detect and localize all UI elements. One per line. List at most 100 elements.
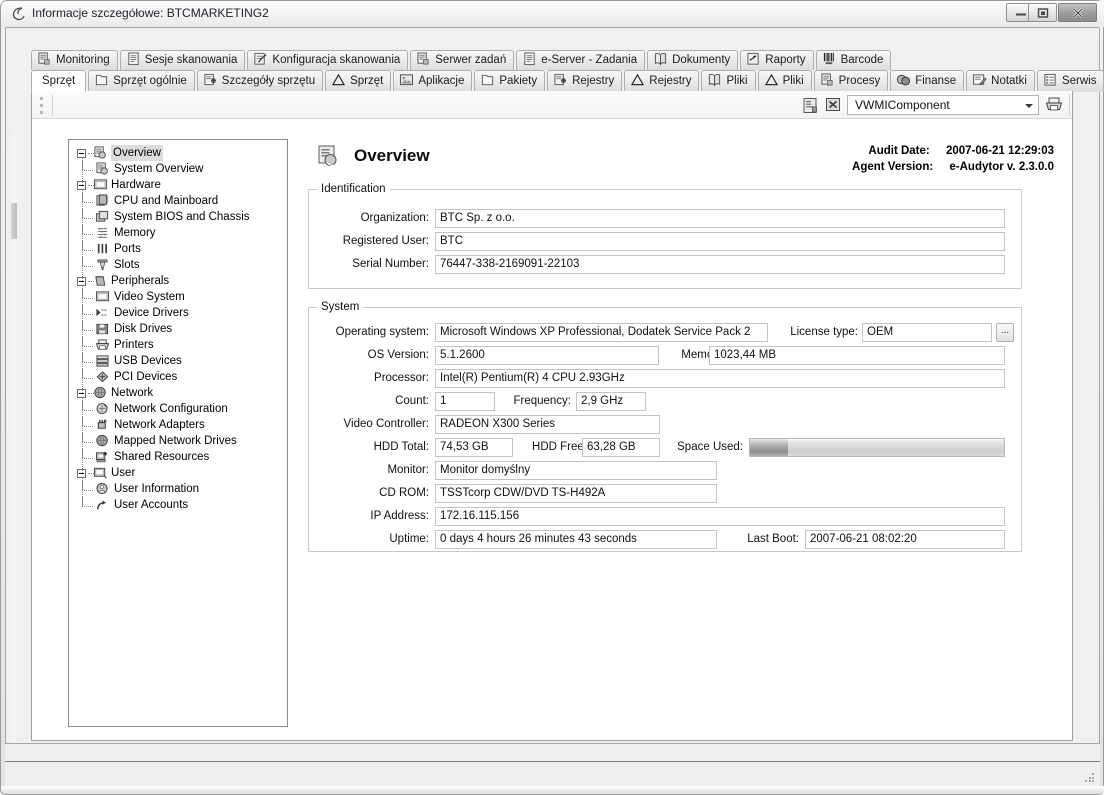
tab-label: Sprzęt bbox=[42, 75, 76, 87]
tree-item-network[interactable]: Network bbox=[69, 385, 287, 401]
license-browse-button[interactable]: ... bbox=[996, 323, 1014, 342]
tree-item-label: Memory bbox=[114, 227, 156, 239]
cdrom-field[interactable]: TSSTcorp CDW/DVD TS-H492A bbox=[435, 484, 717, 503]
tree-connector bbox=[82, 426, 93, 427]
tree-item-label: Network Adapters bbox=[114, 419, 205, 431]
tree-item-system-bios-and-chassis[interactable]: System BIOS and Chassis bbox=[69, 209, 287, 225]
tab-monitoring[interactable]: Monitoring bbox=[31, 50, 118, 70]
meta-row: Audit Date: 2007-06-21 12:29:03 bbox=[852, 145, 1054, 157]
tab-finanse[interactable]: Finanse bbox=[890, 70, 965, 92]
tree-item-device-drivers[interactable]: Device Drivers bbox=[69, 305, 287, 321]
monitor-label: Monitor: bbox=[387, 464, 429, 476]
uptime-field[interactable]: 0 days 4 hours 26 minutes 43 seconds bbox=[435, 530, 717, 549]
navigation-tree-panel[interactable]: Overview System Overview Hardware CPU and M… bbox=[68, 139, 288, 727]
os-version-field[interactable]: 5.1.2600 bbox=[435, 346, 659, 365]
tab-serwis[interactable]: Serwis bbox=[1036, 70, 1104, 92]
video-controller-field[interactable]: RADEON X300 Series bbox=[435, 415, 660, 434]
tree-item-pci-devices[interactable]: PCI Devices bbox=[69, 369, 287, 385]
tree-trunk-connector bbox=[82, 189, 83, 281]
component-select[interactable]: VWMIComponent bbox=[847, 95, 1039, 115]
tree-item-disk-drives[interactable]: Disk Drives bbox=[69, 321, 287, 337]
tree-item-user[interactable]: User bbox=[69, 465, 287, 481]
tab-sesje-skanowania[interactable]: Sesje skanowania bbox=[119, 50, 246, 70]
tree-item-shared-resources[interactable]: Shared Resources bbox=[69, 449, 287, 465]
monitor-field[interactable]: Monitor domyślny bbox=[435, 461, 717, 480]
tab-e-server-zadania[interactable]: e-Server - Zadania bbox=[516, 50, 646, 70]
tree-item-slots[interactable]: Slots bbox=[69, 257, 287, 273]
tree-item-hardware[interactable]: Hardware bbox=[69, 177, 287, 193]
tree-item-memory[interactable]: Memory bbox=[69, 225, 287, 241]
tab-pliki[interactable]: Pliki bbox=[701, 70, 756, 92]
memory-field[interactable]: 1023,44 MB bbox=[709, 346, 1005, 365]
navigation-tree[interactable]: Overview System Overview Hardware CPU and M… bbox=[69, 140, 287, 513]
registered-user-field[interactable]: BTC bbox=[435, 232, 1005, 251]
tree-connector bbox=[82, 314, 93, 315]
tab-label: Sprzęt ogólnie bbox=[113, 75, 187, 87]
chevron-down-icon[interactable] bbox=[1025, 104, 1033, 108]
tab-procesy[interactable]: Procesy bbox=[813, 70, 889, 92]
tree-item-printers[interactable]: Printers bbox=[69, 337, 287, 353]
tab-szczeg-y-sprz-tu[interactable]: Szczegóły sprzętu bbox=[196, 70, 324, 92]
tab-pliki[interactable]: Pliki bbox=[757, 70, 812, 92]
tab-sprz-t[interactable]: Sprzęt bbox=[325, 70, 392, 92]
tree-item-system-overview[interactable]: System Overview bbox=[69, 161, 287, 177]
license-type-field[interactable]: OEM bbox=[862, 323, 992, 342]
tab-rejestry[interactable]: Rejestry bbox=[547, 70, 623, 92]
close-icon[interactable] bbox=[1058, 3, 1097, 22]
resize-grip-icon[interactable] bbox=[1085, 773, 1095, 783]
tree-item-label: Mapped Network Drives bbox=[114, 435, 237, 447]
count-field[interactable]: 1 bbox=[435, 392, 495, 411]
tab-aplikacje[interactable]: Aplikacje bbox=[393, 70, 473, 92]
secondary-tab-strip[interactable]: Sprzęt Sprzęt ogólnie Szczegóły sprzętu Spr… bbox=[31, 70, 1104, 92]
tree-item-ports[interactable]: Ports bbox=[69, 241, 287, 257]
excel-export-icon[interactable] bbox=[825, 97, 841, 112]
tab-serwer-zada[interactable]: Serwer zadań bbox=[410, 50, 515, 70]
drag-grip-icon[interactable] bbox=[40, 97, 48, 115]
user-card-icon bbox=[93, 466, 108, 480]
tree-item-label: User Accounts bbox=[114, 499, 189, 511]
hdd-total-field[interactable]: 74,53 GB bbox=[435, 438, 513, 457]
tree-item-usb-devices[interactable]: USB Devices bbox=[69, 353, 287, 369]
ip-address-field[interactable]: 172.16.115.156 bbox=[435, 507, 1005, 526]
tab-dokumenty[interactable]: Dokumenty bbox=[647, 50, 739, 70]
left-scroll-thumb[interactable] bbox=[11, 203, 17, 239]
tree-item-overview[interactable]: Overview bbox=[69, 145, 287, 161]
peripherals-icon bbox=[93, 274, 108, 288]
frequency-field[interactable]: 2,9 GHz bbox=[576, 392, 646, 411]
tree-connector bbox=[82, 218, 93, 219]
tab-konfiguracja-skanowania[interactable]: Konfiguracja skanowania bbox=[247, 50, 409, 70]
hdd-free-field[interactable]: 63,28 GB bbox=[582, 438, 660, 457]
organization-field[interactable]: BTC Sp. z o.o. bbox=[435, 209, 1005, 228]
slots-icon bbox=[95, 258, 110, 272]
tree-connector bbox=[82, 346, 93, 347]
tree-item-mapped-network-drives[interactable]: Mapped Network Drives bbox=[69, 433, 287, 449]
tree-item-cpu-and-mainboard[interactable]: CPU and Mainboard bbox=[69, 193, 287, 209]
tab-pakiety[interactable]: Pakiety bbox=[474, 70, 546, 92]
tree-connector bbox=[82, 490, 93, 491]
user-info-icon bbox=[95, 482, 110, 496]
tab-barcode[interactable]: Barcode bbox=[815, 50, 892, 70]
globe-icon bbox=[93, 386, 108, 400]
properties-icon[interactable] bbox=[802, 97, 819, 114]
tree-item-label: User bbox=[111, 467, 136, 479]
tree-trunk-connector bbox=[82, 285, 83, 393]
tree-item-peripherals[interactable]: Peripherals bbox=[69, 273, 287, 289]
page-gear-icon bbox=[553, 73, 568, 87]
tab-sprz-t-og-lnie[interactable]: Sprzęt ogólnie bbox=[88, 70, 195, 92]
tab-raporty[interactable]: Raporty bbox=[740, 50, 814, 70]
tree-item-video-system[interactable]: Video System bbox=[69, 289, 287, 305]
tree-item-network-adapters[interactable]: Network Adapters bbox=[69, 417, 287, 433]
processor-field[interactable]: Intel(R) Pentium(R) 4 CPU 2.93GHz bbox=[435, 369, 1005, 388]
tab-rejestry[interactable]: Rejestry bbox=[624, 70, 700, 92]
tree-item-user-information[interactable]: User Information bbox=[69, 481, 287, 497]
tree-item-network-configuration[interactable]: Network Configuration bbox=[69, 401, 287, 417]
tab-sprz-t[interactable]: Sprzęt bbox=[31, 70, 87, 92]
tree-item-user-accounts[interactable]: User Accounts bbox=[69, 497, 287, 513]
tab-notatki[interactable]: Notatki bbox=[966, 70, 1035, 92]
printer-icon[interactable] bbox=[1045, 96, 1064, 114]
last-boot-field[interactable]: 2007-06-21 08:02:20 bbox=[805, 530, 1005, 549]
serial-number-field[interactable]: 76447-338-2169091-22103 bbox=[435, 255, 1005, 274]
operating-system-field[interactable]: Microsoft Windows XP Professional, Dodat… bbox=[435, 323, 768, 342]
primary-tab-strip[interactable]: Monitoring Sesje skanowania Konfiguracja s… bbox=[31, 50, 893, 70]
maximize-icon[interactable] bbox=[1028, 3, 1057, 22]
